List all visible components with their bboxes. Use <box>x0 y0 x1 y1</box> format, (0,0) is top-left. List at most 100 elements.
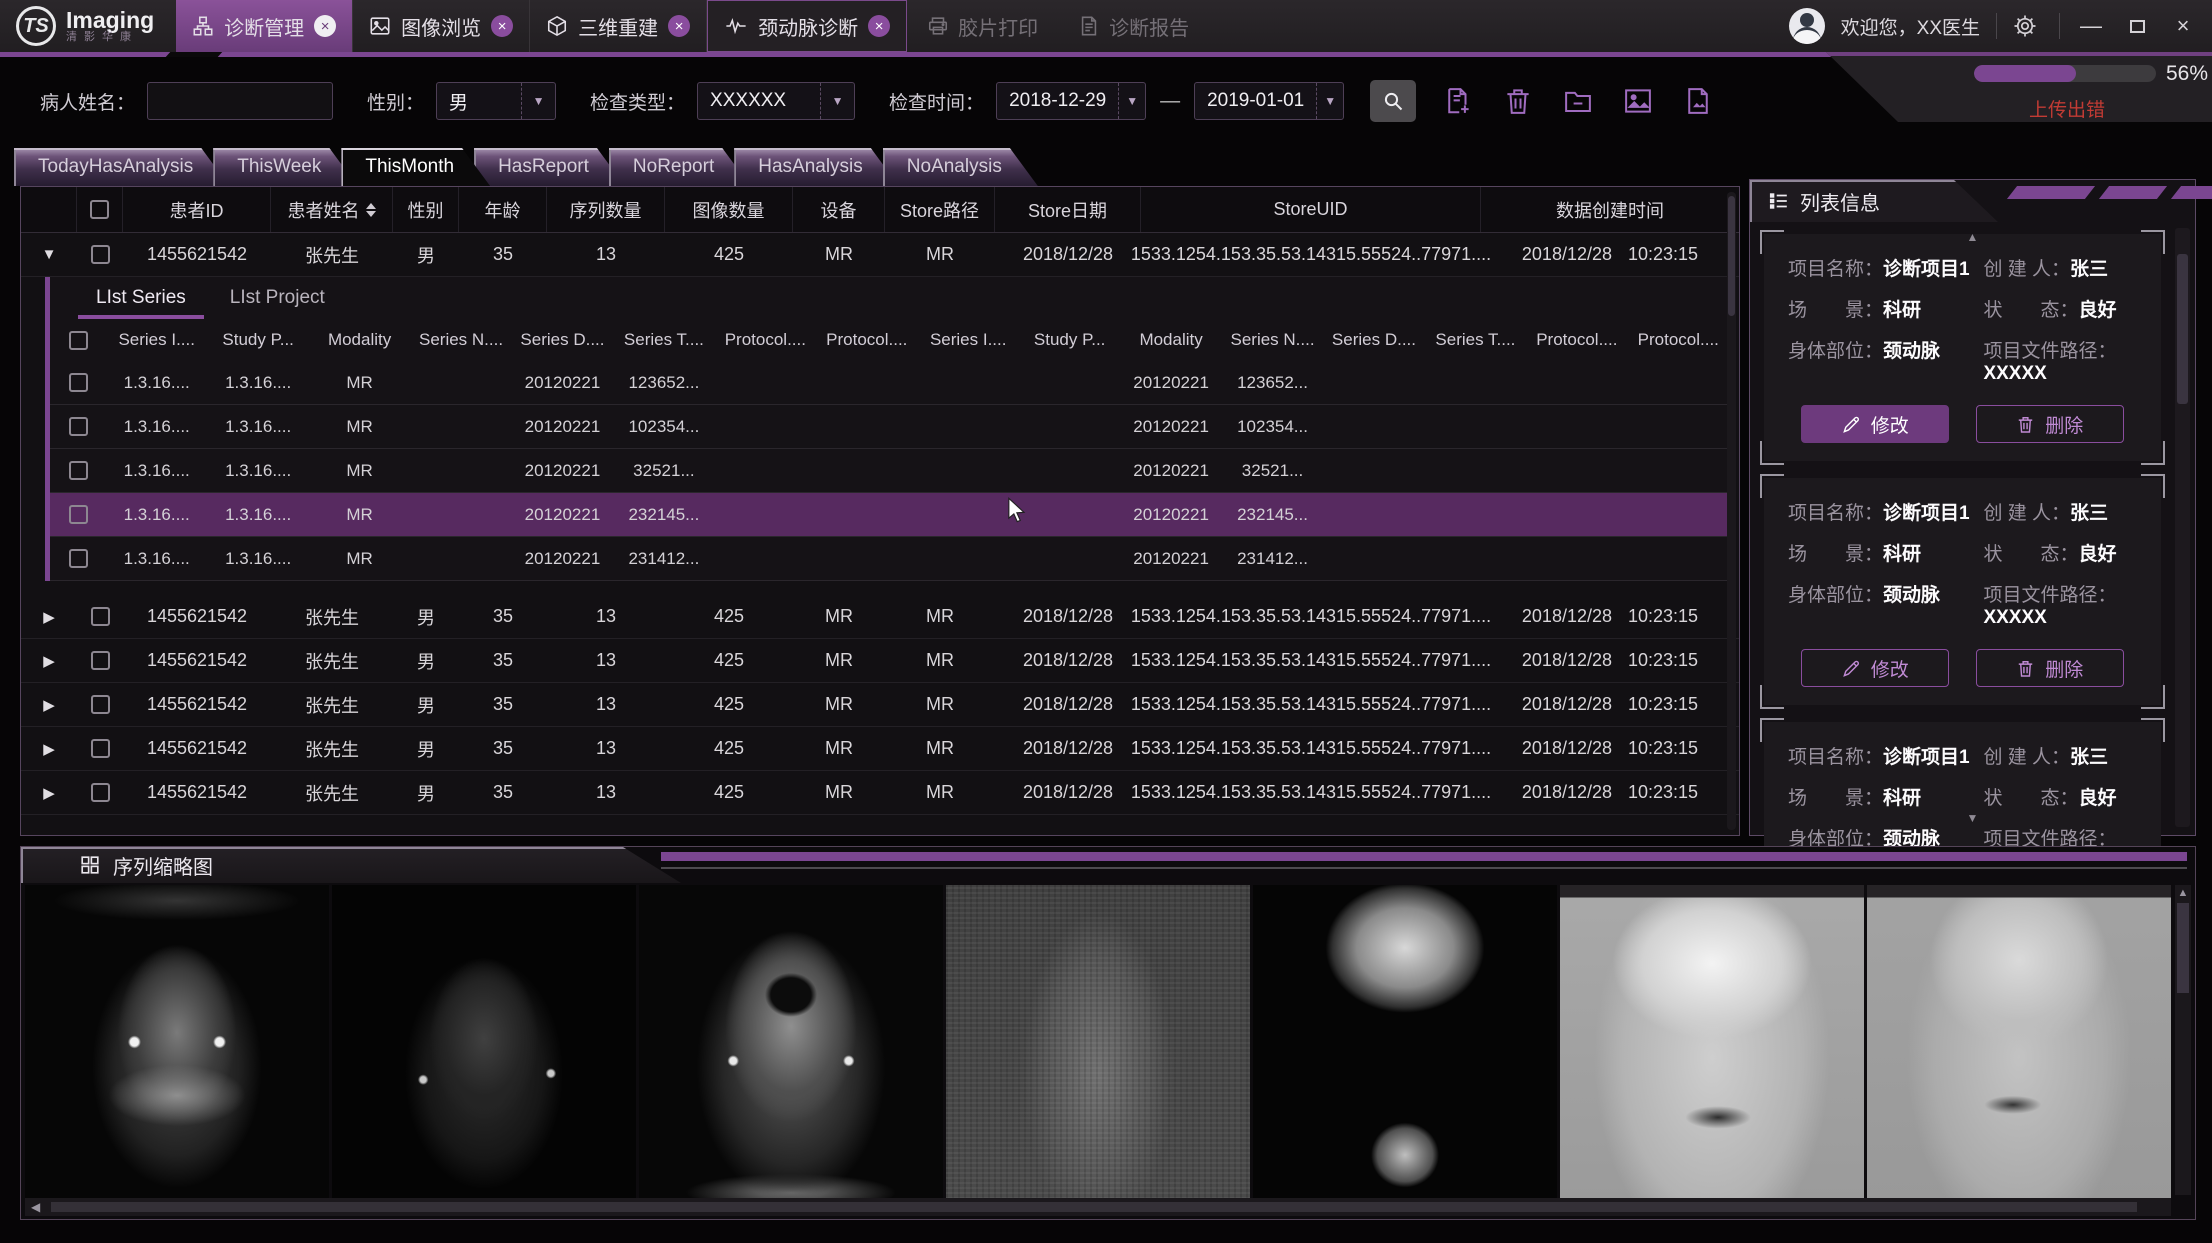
scroll-up-icon[interactable]: ▲ <box>1750 230 2195 244</box>
row-checkbox[interactable] <box>91 607 110 626</box>
list-info-scrollbar[interactable] <box>2175 228 2190 827</box>
张先生[interactable]: ▶ 1455621542 张先生 男 35 13 425 MR MR 2018/… <box>21 595 1739 639</box>
series-row[interactable]: 1.3.16....1.3.16....MR 20120221123652...… <box>50 361 1729 405</box>
series-select-all-checkbox[interactable] <box>69 331 88 350</box>
sort-icon[interactable] <box>366 203 376 217</box>
series-row-checkbox[interactable] <box>69 549 88 568</box>
expand-arrow-icon[interactable]: ▶ <box>43 696 55 714</box>
tab-diagnosis-management[interactable]: 诊断管理 × <box>176 0 353 52</box>
tab-close-icon[interactable]: × <box>668 15 690 37</box>
upload-progress-bar <box>1974 65 2156 82</box>
series-column-header: Modality <box>1120 330 1221 350</box>
series-row-checkbox[interactable] <box>69 373 88 392</box>
search-button[interactable] <box>1370 80 1416 122</box>
expand-arrow-icon[interactable]: ▶ <box>43 652 55 670</box>
open-folder-button[interactable] <box>1560 83 1596 119</box>
card-corner <box>1760 718 1784 742</box>
series-column-header: Study P... <box>1019 330 1120 350</box>
series-row-checkbox[interactable] <box>69 505 88 524</box>
delete-button[interactable]: 删除 <box>1976 405 2124 443</box>
series-row-checkbox[interactable] <box>69 417 88 436</box>
date-to-select[interactable]: 2019-01-01 ▼ <box>1194 82 1344 120</box>
mri-thumbnail-coronal-5[interactable] <box>1253 885 1557 1199</box>
张先生[interactable]: ▶ 1455621542 张先生 男 35 13 425 MR MR 2018/… <box>21 639 1739 683</box>
col-age: 年龄 <box>459 187 547 232</box>
mri-thumbnail-axial-2[interactable] <box>332 885 636 1199</box>
thumbnail-horizontal-scrollbar[interactable]: ◀ <box>25 1198 2171 1216</box>
张先生[interactable]: ▶ 1455621542 张先生 男 35 13 425 MR MR 2018/… <box>21 727 1739 771</box>
table-scrollbar[interactable] <box>1727 192 1736 830</box>
edit-button[interactable]: 修改 <box>1801 405 1949 443</box>
select-all-checkbox[interactable] <box>90 200 109 219</box>
date-from-select[interactable]: 2018-12-29 ▼ <box>996 82 1146 120</box>
add-record-button[interactable] <box>1440 83 1476 119</box>
series-row[interactable]: 1.3.16....1.3.16....MR 20120221232145...… <box>50 493 1729 537</box>
series-row[interactable]: 1.3.16....1.3.16....MR 20120221102354...… <box>50 405 1729 449</box>
row-checkbox[interactable] <box>91 651 110 670</box>
action-film-print[interactable]: 胶片打印 <box>907 0 1058 52</box>
patient-name-input[interactable] <box>147 82 333 120</box>
mri-thumbnail-coronal-6[interactable] <box>1560 885 1864 1199</box>
series-row[interactable]: 1.3.16....1.3.16....MR 20120221231412...… <box>50 537 1729 581</box>
delete-button[interactable] <box>1500 83 1536 119</box>
chevron-down-icon: ▼ <box>521 83 555 119</box>
mri-thumbnail-coronal-7[interactable] <box>1867 885 2171 1199</box>
patient-row-expanded[interactable]: ▼ 1455621542 张先生 男 35 13 425 MR MR 2018/… <box>21 233 1739 277</box>
settings-gear-icon[interactable] <box>2013 14 2043 38</box>
row-checkbox[interactable] <box>91 739 110 758</box>
edit-button[interactable]: 修改 <box>1801 649 1949 687</box>
series-column-header: Protocol.... <box>1526 330 1627 350</box>
action-diagnosis-report[interactable]: 诊断报告 <box>1058 0 1209 52</box>
tab-3d-reconstruction[interactable]: 三维重建 × <box>530 0 707 52</box>
view-tab[interactable]: NoAnalysis <box>883 148 1038 186</box>
collapse-arrow-icon[interactable]: ▼ <box>42 246 57 263</box>
image-report-button[interactable] <box>1680 83 1716 119</box>
view-tab[interactable]: HasReport <box>474 148 625 186</box>
expand-arrow-icon[interactable]: ▶ <box>43 784 55 802</box>
series-row[interactable]: 1.3.16....1.3.16....MR 2012022132521... … <box>50 449 1729 493</box>
user-avatar[interactable] <box>1789 8 1825 44</box>
delete-button[interactable]: 删除 <box>1976 649 2124 687</box>
close-button[interactable]: × <box>2168 13 2198 39</box>
view-tab[interactable]: ThisWeek <box>213 148 357 186</box>
view-tab[interactable]: NoReport <box>609 148 750 186</box>
exam-type-select[interactable]: XXXXXX ▼ <box>697 82 855 120</box>
scroll-left-icon[interactable]: ◀ <box>31 1200 40 1214</box>
view-tab[interactable]: ThisMonth <box>341 148 490 186</box>
view-tab[interactable]: TodayHasAnalysis <box>14 148 229 186</box>
maximize-button[interactable] <box>2122 20 2152 33</box>
expand-arrow-icon[interactable]: ▶ <box>43 608 55 626</box>
row-checkbox[interactable] <box>91 695 110 714</box>
张先生[interactable]: ▶ 1455621542 张先生 男 35 13 425 MR MR 2018/… <box>21 683 1739 727</box>
view-tab[interactable]: HasAnalysis <box>734 148 899 186</box>
tab-image-browse[interactable]: 图像浏览 × <box>353 0 530 52</box>
image-view-button[interactable] <box>1620 83 1656 119</box>
series-column-header: Protocol.... <box>715 330 816 350</box>
mri-thumbnail-noisy-4[interactable] <box>946 885 1250 1199</box>
row-checkbox[interactable] <box>91 783 110 802</box>
mri-thumbnail-axial-3[interactable] <box>639 885 943 1199</box>
mri-thumbnail-axial-1[interactable] <box>25 885 329 1199</box>
gender-select[interactable]: 男 ▼ <box>436 82 556 120</box>
list-info-header: 列表信息 <box>1750 180 1998 222</box>
col-store-date: Store日期 <box>995 187 1141 232</box>
deco-line <box>661 867 2187 869</box>
thumbnail-header: 序列缩略图 <box>21 847 681 883</box>
detail-tab[interactable]: LIst Project <box>212 277 343 319</box>
thumbnail-vertical-scrollbar[interactable]: ▲ <box>2175 885 2191 1195</box>
minimize-button[interactable]: — <box>2076 13 2106 39</box>
row-checkbox[interactable] <box>91 245 110 264</box>
expand-arrow-icon[interactable]: ▶ <box>43 740 55 758</box>
张先生[interactable]: ▶ 1455621542 张先生 男 35 13 425 MR MR 2018/… <box>21 771 1739 815</box>
scroll-down-icon[interactable]: ▼ <box>1750 811 2195 825</box>
tab-close-icon[interactable]: × <box>314 15 336 37</box>
thumbnail-strip <box>25 885 2171 1199</box>
detail-tab[interactable]: LIst Series <box>78 277 204 319</box>
scroll-up-icon[interactable]: ▲ <box>2175 887 2191 899</box>
tab-close-icon[interactable]: × <box>491 15 513 37</box>
series-row-checkbox[interactable] <box>69 461 88 480</box>
card-corner <box>2141 685 2165 709</box>
title-bar: TS Imaging 清影华康 诊断管理 × 图像浏览 × 三维重建 × <box>0 0 2212 52</box>
tab-close-icon[interactable]: × <box>868 15 890 37</box>
tab-carotid-diagnosis[interactable]: 颈动脉诊断 × <box>707 0 907 52</box>
